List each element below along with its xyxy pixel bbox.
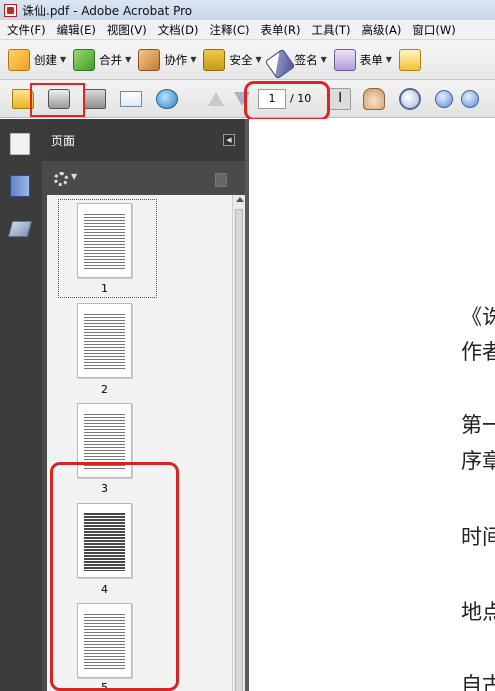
previous-page-icon[interactable] <box>208 91 224 106</box>
document-text-line: 自古 <box>461 673 495 691</box>
chevron-down-icon: ▼ <box>255 55 262 64</box>
trash-icon[interactable] <box>215 173 227 187</box>
page-thumbnail-label: 4 <box>101 583 108 596</box>
page-thumbnail-1[interactable] <box>77 203 132 278</box>
document-text-line: 序章 <box>461 449 495 473</box>
menu-window[interactable]: 窗口(W) <box>408 22 459 38</box>
chevron-down-icon: ▼ <box>320 55 327 64</box>
page-thumbnail-label: 3 <box>101 482 108 495</box>
pages-panel-title: 页面 <box>51 133 76 148</box>
title-bar: 诛仙.pdf - Adobe Acrobat Pro <box>0 0 495 20</box>
pages-panel-icon[interactable] <box>10 133 30 155</box>
menu-tools[interactable]: 工具(T) <box>308 22 355 38</box>
thumbnail-list: 1 2 3 4 5 <box>47 195 232 691</box>
gear-icon[interactable] <box>54 172 68 186</box>
pages-panel-tools: ▼ <box>42 161 245 195</box>
sign-label: 签名 <box>294 52 318 67</box>
multimedia-icon <box>398 48 421 71</box>
save-icon[interactable] <box>84 88 106 109</box>
menu-comments[interactable]: 注释(C) <box>206 22 254 38</box>
menu-view[interactable]: 视图(V) <box>103 22 151 38</box>
close-panel-icon[interactable]: ◀ <box>223 134 235 146</box>
document-text-line: 时间 <box>461 525 495 549</box>
page-thumbnail-4[interactable] <box>77 503 132 578</box>
create-pdf-icon <box>8 48 30 71</box>
collaborate-icon <box>138 48 161 71</box>
page-number-input[interactable] <box>258 88 286 109</box>
forms-icon <box>333 48 356 71</box>
zoom-tool-icon[interactable] <box>399 87 422 110</box>
collaborate-label: 协作 <box>164 52 188 67</box>
thumbnail-scrollbar[interactable] <box>232 195 245 691</box>
next-page-icon[interactable] <box>234 91 250 106</box>
scroll-up-icon[interactable] <box>236 197 244 202</box>
select-tool-icon[interactable]: I <box>329 87 352 110</box>
menu-bar: 文件(F) 编辑(E) 视图(V) 文档(D) 注释(C) 表单(R) 工具(T… <box>0 20 495 40</box>
attachments-icon[interactable] <box>7 221 33 237</box>
collaborate-button[interactable]: 协作 ▼ <box>138 48 197 71</box>
document-text-line: 作者 <box>461 340 495 364</box>
forms-button[interactable]: 表单 ▼ <box>333 48 392 71</box>
page-thumbnail-label: 2 <box>101 383 108 396</box>
window-title: 诛仙.pdf - Adobe Acrobat Pro <box>22 3 193 18</box>
combine-icon <box>73 48 96 71</box>
thumbnail-highlight-annotation <box>30 83 85 117</box>
page-thumbnail-2[interactable] <box>77 303 132 378</box>
create-label: 创建 <box>34 52 57 67</box>
hand-tool-icon[interactable] <box>363 87 386 110</box>
secure-button[interactable]: 安全 ▼ <box>203 48 262 71</box>
document-text-line: 第一 <box>461 413 495 437</box>
document-text-line: 《诛 <box>461 305 495 329</box>
navigation-icon-strip <box>0 119 42 691</box>
pages-panel: 页面 ◀ ▼ 1 2 3 4 5 <box>42 119 245 691</box>
chevron-down-icon: ▼ <box>190 55 197 64</box>
menu-file[interactable]: 文件(F) <box>3 22 50 38</box>
menu-edit[interactable]: 编辑(E) <box>53 22 100 38</box>
page-thumbnail-label: 1 <box>101 282 108 295</box>
bookmarks-icon[interactable] <box>10 175 30 197</box>
acrobat-app-icon <box>4 3 17 17</box>
scroll-thumb[interactable] <box>235 209 243 691</box>
sign-button[interactable]: 签名 ▼ <box>264 45 327 79</box>
chevron-down-icon[interactable]: ▼ <box>71 172 77 181</box>
pen-icon <box>264 48 295 79</box>
document-text-line: 地点 <box>461 600 495 624</box>
chevron-down-icon: ▼ <box>60 55 67 64</box>
zoom-out-icon[interactable] <box>435 89 454 108</box>
combine-button[interactable]: 合并 ▼ <box>73 48 132 71</box>
menu-document[interactable]: 文档(D) <box>154 22 203 38</box>
web-upload-icon[interactable] <box>156 88 178 109</box>
page-total: / 10 <box>290 92 312 105</box>
page-thumbnail-3[interactable] <box>77 403 132 478</box>
pages-panel-header: 页面 ◀ <box>42 119 245 161</box>
menu-advanced[interactable]: 高级(A) <box>358 22 406 38</box>
chevron-down-icon: ▼ <box>385 55 392 64</box>
tasks-toolbar: 创建 ▼ 合并 ▼ 协作 ▼ 安全 ▼ 签名 ▼ 表单 ▼ <box>0 40 495 80</box>
email-icon[interactable] <box>120 90 142 107</box>
combine-label: 合并 <box>99 52 123 67</box>
menu-forms[interactable]: 表单(R) <box>257 22 305 38</box>
lock-icon <box>203 48 226 71</box>
page-thumbnail-label: 5 <box>101 681 108 691</box>
chevron-down-icon: ▼ <box>125 55 132 64</box>
create-button[interactable]: 创建 ▼ <box>8 48 67 71</box>
forms-label: 表单 <box>359 52 383 67</box>
page-thumbnail-5[interactable] <box>77 603 132 678</box>
zoom-in-icon[interactable] <box>461 89 480 108</box>
secure-label: 安全 <box>229 52 253 67</box>
more-tools-button[interactable] <box>398 48 425 71</box>
document-view[interactable]: 《诛 作者 第一 序章 时间 地点 自古 <box>249 119 495 691</box>
